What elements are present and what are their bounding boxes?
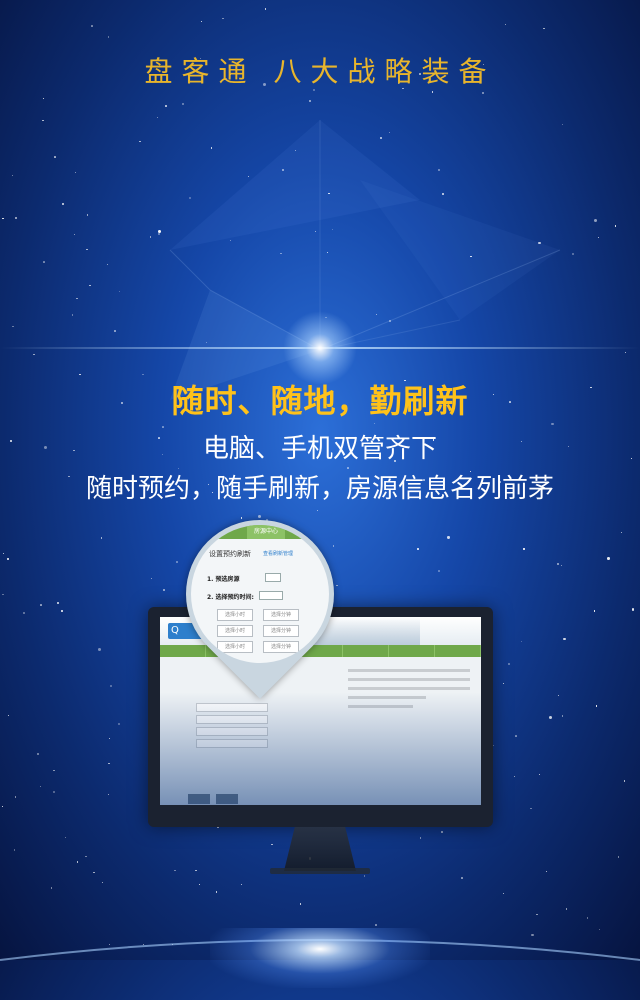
magnifier-step-2: 2. 选择预约时间:	[207, 594, 254, 601]
slot-start: 选择小时	[217, 641, 253, 653]
page-title: 盘客通 八大战略装备	[144, 55, 496, 88]
time-mode-select	[259, 591, 283, 600]
slot-end: 选择分钟	[263, 641, 299, 653]
magnifier-heading: 设置预约刷新	[209, 550, 251, 558]
slot-start: 选择小时	[217, 625, 253, 637]
slot-start: 选择小时	[217, 609, 253, 621]
slot-end: 选择分钟	[263, 609, 299, 621]
slot-end: 选择分钟	[263, 625, 299, 637]
magnifier-step-1: 1. 预选房源	[207, 576, 240, 583]
house-select	[265, 573, 281, 582]
magnifier-tab: 房源中心	[247, 525, 285, 539]
monitor-base	[270, 868, 370, 874]
feature-line-1: 电脑、手机双管齐下	[202, 434, 437, 464]
magnifier-lens: 房源中心 设置预约刷新 查看刷新管理 1. 预选房源 2. 选择预约时间: 选择…	[191, 525, 329, 663]
horizon-glow	[210, 928, 430, 988]
magnifier-heading-link: 查看刷新管理	[263, 551, 294, 557]
feature-line-2: 随时预约，随手刷新，房源信息名列前茅	[85, 474, 554, 504]
monitor-icon: Q	[148, 607, 493, 827]
feature-headline: 随时、随地，勤刷新	[171, 382, 469, 420]
monitor-stand	[284, 827, 356, 871]
